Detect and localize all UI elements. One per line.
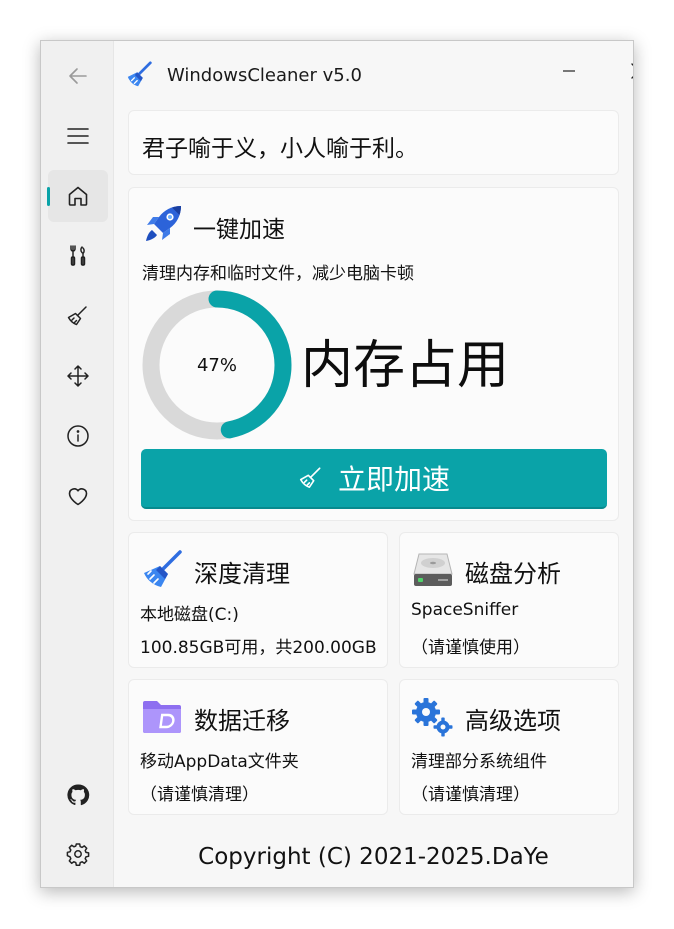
disk-analysis-tool: SpaceSniffer [411, 600, 519, 620]
advanced-options-warning: （请谨慎清理） [411, 785, 530, 805]
hamburger-menu-icon [67, 128, 89, 144]
deep-clean-title: 深度清理 [194, 560, 290, 588]
app-title: WindowsCleaner v5.0 [167, 65, 362, 86]
broom-icon [299, 467, 321, 489]
folder-d-icon [143, 701, 181, 733]
drive-name: 本地磁盘(C:) [140, 605, 239, 625]
accelerate-subtitle: 清理内存和临时文件，减少电脑卡顿 [142, 264, 414, 284]
broom-icon [67, 306, 87, 326]
disk-analysis-tile[interactable]: 磁盘分析 SpaceSniffer （请谨慎使用） [399, 532, 619, 668]
accelerate-card: 一键加速 清理内存和临时文件，减少电脑卡顿 47% 内存占用 立即加速 [128, 187, 619, 521]
heart-icon [68, 488, 88, 506]
rocket-icon [146, 206, 181, 241]
memory-usage-label: 内存占用 [301, 336, 510, 396]
accelerate-title: 一键加速 [193, 217, 285, 243]
back-button[interactable] [48, 50, 108, 102]
settings-button[interactable] [48, 828, 108, 880]
gear-icon [66, 843, 90, 866]
advanced-options-title: 高级选项 [465, 707, 561, 735]
sidebar [41, 41, 114, 887]
sidebar-item-clean[interactable] [48, 290, 108, 342]
move-arrows-icon [67, 365, 89, 387]
copyright-footer: Copyright (C) 2021-2025.DaYe [198, 844, 549, 870]
minimize-icon [563, 70, 575, 72]
data-migration-tile[interactable]: 数据迁移 移动AppData文件夹 （请谨慎清理） [128, 679, 388, 815]
quote-card: 君子喻于义，小人喻于利。 [128, 110, 619, 175]
advanced-options-tile[interactable]: 高级选项 清理部分系统组件 （请谨慎清理） [399, 679, 619, 815]
hard-drive-icon [413, 553, 453, 586]
close-icon [631, 63, 633, 79]
menu-toggle-button[interactable] [48, 110, 108, 162]
sidebar-item-home[interactable] [47, 170, 108, 222]
advanced-options-desc: 清理部分系统组件 [411, 752, 547, 772]
quote-text: 君子喻于义，小人喻于利。 [142, 136, 418, 162]
github-button[interactable] [48, 769, 108, 821]
info-icon [67, 425, 89, 447]
drive-space: 100.85GB可用，共200.00GB [140, 638, 377, 658]
app-window: WindowsCleaner v5.0 君子喻于义，小人喻于利。 一键加速 清理… [40, 40, 634, 888]
sidebar-item-favorite[interactable] [48, 470, 108, 522]
tools-icon [70, 245, 86, 266]
boost-now-label: 立即加速 [337, 463, 450, 496]
minimize-button[interactable] [544, 51, 594, 91]
main-content: WindowsCleaner v5.0 君子喻于义，小人喻于利。 一键加速 清理… [114, 41, 633, 887]
disk-analysis-warning: （请谨慎使用） [411, 638, 530, 658]
title-bar: WindowsCleaner v5.0 [114, 41, 633, 111]
gears-icon [412, 698, 453, 737]
disk-analysis-title: 磁盘分析 [465, 560, 561, 588]
data-migration-warning: （请谨慎清理） [140, 785, 259, 805]
data-migration-title: 数据迁移 [194, 707, 290, 735]
sidebar-item-tools[interactable] [48, 230, 108, 282]
github-icon [67, 784, 90, 806]
sidebar-item-about[interactable] [48, 410, 108, 462]
home-icon [68, 186, 88, 206]
data-migration-desc: 移动AppData文件夹 [140, 752, 299, 772]
app-broom-icon [127, 61, 152, 87]
back-arrow-icon [69, 68, 87, 84]
memory-percent-label: 47% [196, 354, 237, 376]
deep-clean-broom-icon [144, 550, 182, 587]
active-indicator [47, 187, 50, 206]
close-button[interactable] [614, 51, 633, 91]
deep-clean-tile[interactable]: 深度清理 本地磁盘(C:) 100.85GB可用，共200.00GB [128, 532, 388, 668]
sidebar-item-move[interactable] [48, 350, 108, 402]
boost-now-button[interactable]: 立即加速 [141, 449, 607, 509]
